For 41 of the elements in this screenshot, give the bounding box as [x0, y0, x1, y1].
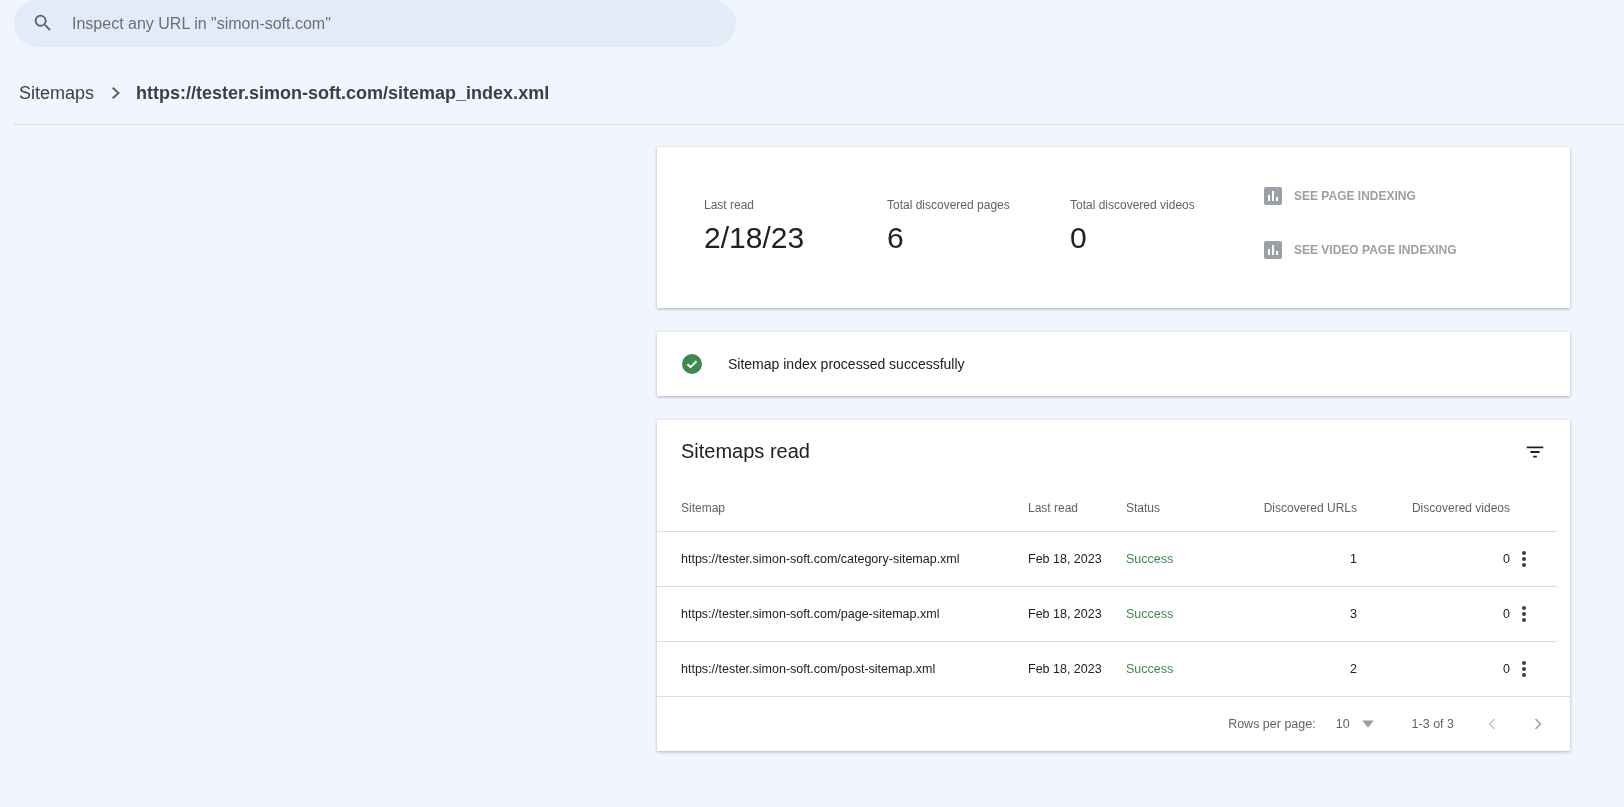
page-range: 1-3 of 3	[1411, 717, 1454, 731]
bar-chart-icon	[1264, 241, 1282, 259]
status-text: Success	[1126, 552, 1174, 566]
stat-value: 0	[1070, 221, 1088, 255]
stat-value: 6	[887, 221, 905, 255]
status-text: Success	[1126, 662, 1174, 676]
table-title: Sitemaps read	[681, 440, 810, 463]
table-cell: https://tester.simon-soft.com/category-sitemap.xml	[681, 552, 960, 566]
column-header: Status	[1126, 501, 1161, 515]
table-cell: 2	[1350, 662, 1357, 676]
breadcrumb-current: https://tester.simon-soft.com/sitemap_index.xml	[136, 82, 550, 104]
table-cell: 1	[1350, 552, 1357, 566]
column-header: Discovered videos	[1411, 501, 1510, 515]
table-cell: https://tester.simon-soft.com/post-sitemap.xml	[681, 662, 936, 676]
rows-per-page-label: Rows per page:	[1228, 717, 1316, 731]
stat-label: Last read	[704, 198, 756, 212]
table-cell: 3	[1350, 607, 1357, 621]
table-cell: Feb 18, 2023	[1028, 607, 1102, 621]
breadcrumb-link[interactable]: Sitemaps	[19, 82, 95, 104]
table-cell: Feb 18, 2023	[1028, 552, 1102, 566]
more-options-icon[interactable]	[1521, 550, 1527, 568]
column-header: Sitemap	[681, 501, 726, 515]
chevron-right-icon	[112, 87, 121, 99]
table-cell: 0	[1503, 552, 1510, 566]
more-options-icon[interactable]	[1521, 605, 1527, 623]
stat-label: Total discovered videos	[1070, 198, 1196, 212]
column-header: Discovered URLs	[1263, 501, 1357, 515]
bar-chart-icon	[1264, 187, 1282, 205]
search-field[interactable]: Inspect any URL in "simon-soft.com"	[14, 0, 736, 47]
status-text: Success	[1126, 607, 1174, 621]
rows-per-page-dropdown[interactable]: 10	[1335, 717, 1374, 731]
stat-value: 2/18/23	[704, 221, 806, 255]
caret-icon	[1361, 720, 1374, 728]
table-cell: Feb 18, 2023	[1028, 662, 1102, 676]
table-cell: 0	[1503, 662, 1510, 676]
stat-label: Total discovered pages	[887, 198, 1011, 212]
status-message: Sitemap index processed successfully	[728, 356, 965, 372]
table-cell: 0	[1503, 607, 1510, 621]
column-header: Last read	[1028, 501, 1079, 515]
table-cell: https://tester.simon-soft.com/page-sitemap.xml	[681, 607, 940, 621]
more-options-icon[interactable]	[1521, 660, 1527, 678]
